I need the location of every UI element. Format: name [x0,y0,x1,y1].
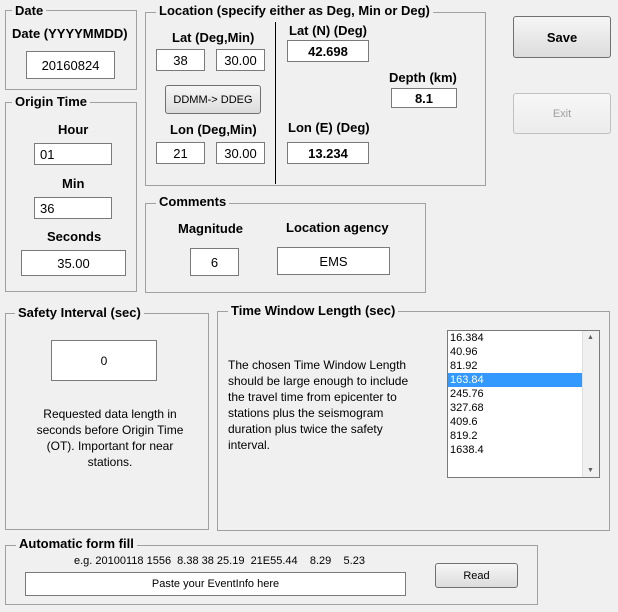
safety-interval-input[interactable]: 0 [51,340,157,381]
agency-input[interactable]: EMS [277,247,390,275]
lat-dm-label: Lat (Deg,Min) [172,30,255,45]
time-window-option[interactable]: 1638.4 [448,443,599,457]
lat-min-input[interactable]: 30.00 [216,49,265,71]
hour-label: Hour [58,122,89,137]
exit-button[interactable]: Exit [513,93,611,134]
time-window-option[interactable]: 245.76 [448,387,599,401]
lon-e-input[interactable]: 13.234 [287,142,369,164]
time-window-option[interactable]: 409.6 [448,415,599,429]
time-window-option[interactable]: 327.68 [448,401,599,415]
magnitude-label: Magnitude [178,221,243,236]
lat-n-input[interactable]: 42.698 [287,40,369,62]
lon-dm-label: Lon (Deg,Min) [170,122,257,137]
hour-input[interactable]: 01 [34,143,112,165]
listbox-scrollbar[interactable]: ▲ ▼ [582,331,599,477]
save-button[interactable]: Save [513,16,611,58]
depth-label: Depth (km) [389,70,457,85]
date-input[interactable]: 20160824 [26,51,115,79]
lon-e-label: Lon (E) (Deg) [288,120,370,135]
time-window-listbox[interactable]: 16.384 40.96 81.92 163.84 245.76 327.68 409.6 8… [447,330,600,478]
read-button[interactable]: Read [435,563,518,588]
comments-legend: Comments [156,195,230,209]
lon-deg-input[interactable]: 21 [156,142,205,164]
min-label: Min [62,176,85,191]
chevron-down-icon[interactable]: ▼ [587,467,594,474]
agency-label: Location agency [286,220,389,235]
chevron-up-icon[interactable]: ▲ [587,334,594,341]
seconds-label: Seconds [47,229,102,244]
event-info-input[interactable] [25,572,406,596]
time-window-option[interactable]: 163.84 [448,373,599,387]
time-window-description: The chosen Time Window Length should be … [228,358,409,452]
safety-interval-description: Requested data length in seconds before … [36,407,184,469]
auto-fill-example: e.g. 20100118 1556 8.38 38 25.19 21E55.4… [74,555,365,567]
location-divider [275,22,276,184]
time-window-option[interactable]: 16.384 [448,331,599,345]
date-label: Date (YYYYMMDD) [12,26,128,41]
time-window-option[interactable]: 81.92 [448,359,599,373]
magnitude-input[interactable]: 6 [190,248,239,276]
ddmm-to-ddeg-button[interactable]: DDMM-> DDEG [165,85,261,114]
date-group-legend: Date [12,4,47,18]
seconds-input[interactable]: 35.00 [21,250,126,276]
depth-input[interactable]: 8.1 [391,88,457,108]
time-window-option[interactable]: 819.2 [448,429,599,443]
lat-n-label: Lat (N) (Deg) [289,23,367,38]
lat-deg-input[interactable]: 38 [156,49,205,71]
auto-fill-legend: Automatic form fill [16,537,137,551]
safety-interval-legend: Safety Interval (sec) [15,306,144,320]
origin-time-legend: Origin Time [12,95,90,109]
lon-min-input[interactable]: 30.00 [216,142,265,164]
time-window-option[interactable]: 40.96 [448,345,599,359]
min-input[interactable]: 36 [34,197,112,219]
location-legend: Location (specify either as Deg, Min or … [156,4,433,18]
time-window-legend: Time Window Length (sec) [228,304,399,318]
